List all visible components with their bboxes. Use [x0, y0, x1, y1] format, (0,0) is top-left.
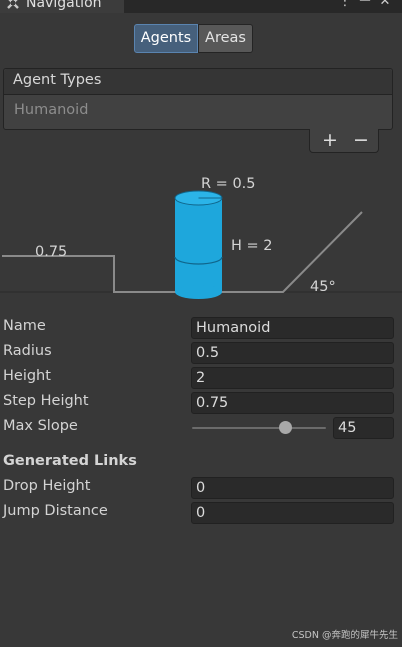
generated-links-heading: Generated Links — [3, 453, 137, 469]
step-height-row: Step Height 0.75 — [0, 392, 402, 414]
drop-height-field[interactable]: 0 — [191, 477, 394, 499]
radius-field[interactable]: 0.5 — [191, 342, 394, 364]
add-agent-button[interactable]: + — [316, 129, 344, 151]
list-item[interactable]: Humanoid — [14, 102, 88, 118]
list-header: Agent Types — [4, 69, 392, 95]
drop-height-row: Drop Height 0 — [0, 477, 402, 499]
tab-agents[interactable]: Agents — [134, 24, 198, 53]
watermark: CSDN @奔跑的犀牛先生 — [291, 630, 398, 641]
navigation-icon — [6, 0, 20, 10]
agent-diagram: R = 0.5 H = 2 0.75 45° — [0, 176, 402, 299]
close-icon[interactable]: ✕ — [378, 0, 392, 9]
step-height-field[interactable]: 0.75 — [191, 392, 394, 414]
name-label: Name — [3, 318, 46, 334]
radius-row: Radius 0.5 — [0, 342, 402, 364]
jump-distance-field[interactable]: 0 — [191, 502, 394, 524]
max-slope-slider-handle[interactable] — [279, 421, 293, 434]
height-row: Height 2 — [0, 367, 402, 389]
jump-distance-label: Jump Distance — [3, 503, 108, 519]
list-footer: + − — [309, 129, 379, 153]
radius-label: R = 0.5 — [201, 176, 256, 192]
navigation-tab[interactable]: Navigation — [0, 0, 124, 13]
max-slope-row: Max Slope 45 — [0, 417, 402, 439]
menu-icon[interactable]: ⋮ — [338, 0, 352, 9]
max-slope-label: Max Slope — [3, 418, 78, 434]
height-field[interactable]: 2 — [191, 367, 394, 389]
tab-title: Navigation — [26, 0, 102, 11]
window-tab-bar: Navigation ⋮ ✕ — [0, 0, 402, 13]
name-row: Name Humanoid — [0, 317, 402, 339]
name-field[interactable]: Humanoid — [191, 317, 394, 339]
jump-distance-row: Jump Distance 0 — [0, 502, 402, 524]
radius-label: Radius — [3, 343, 52, 359]
tab-areas[interactable]: Areas — [198, 24, 253, 53]
max-slope-field[interactable]: 45 — [333, 417, 394, 439]
remove-agent-button[interactable]: − — [347, 129, 375, 151]
drop-height-label: Drop Height — [3, 478, 91, 494]
maximize-icon[interactable] — [358, 0, 372, 9]
height-label: Height — [3, 368, 51, 384]
height-label: H = 2 — [231, 238, 273, 254]
slope-label: 45° — [310, 279, 336, 295]
max-slope-slider-track[interactable] — [192, 427, 326, 429]
step-height-label: Step Height — [3, 393, 89, 409]
agent-types-list: Agent Types Humanoid — [3, 68, 393, 130]
list-header-title: Agent Types — [13, 72, 102, 88]
step-label: 0.75 — [35, 244, 67, 260]
agent-cylinder — [174, 190, 223, 299]
